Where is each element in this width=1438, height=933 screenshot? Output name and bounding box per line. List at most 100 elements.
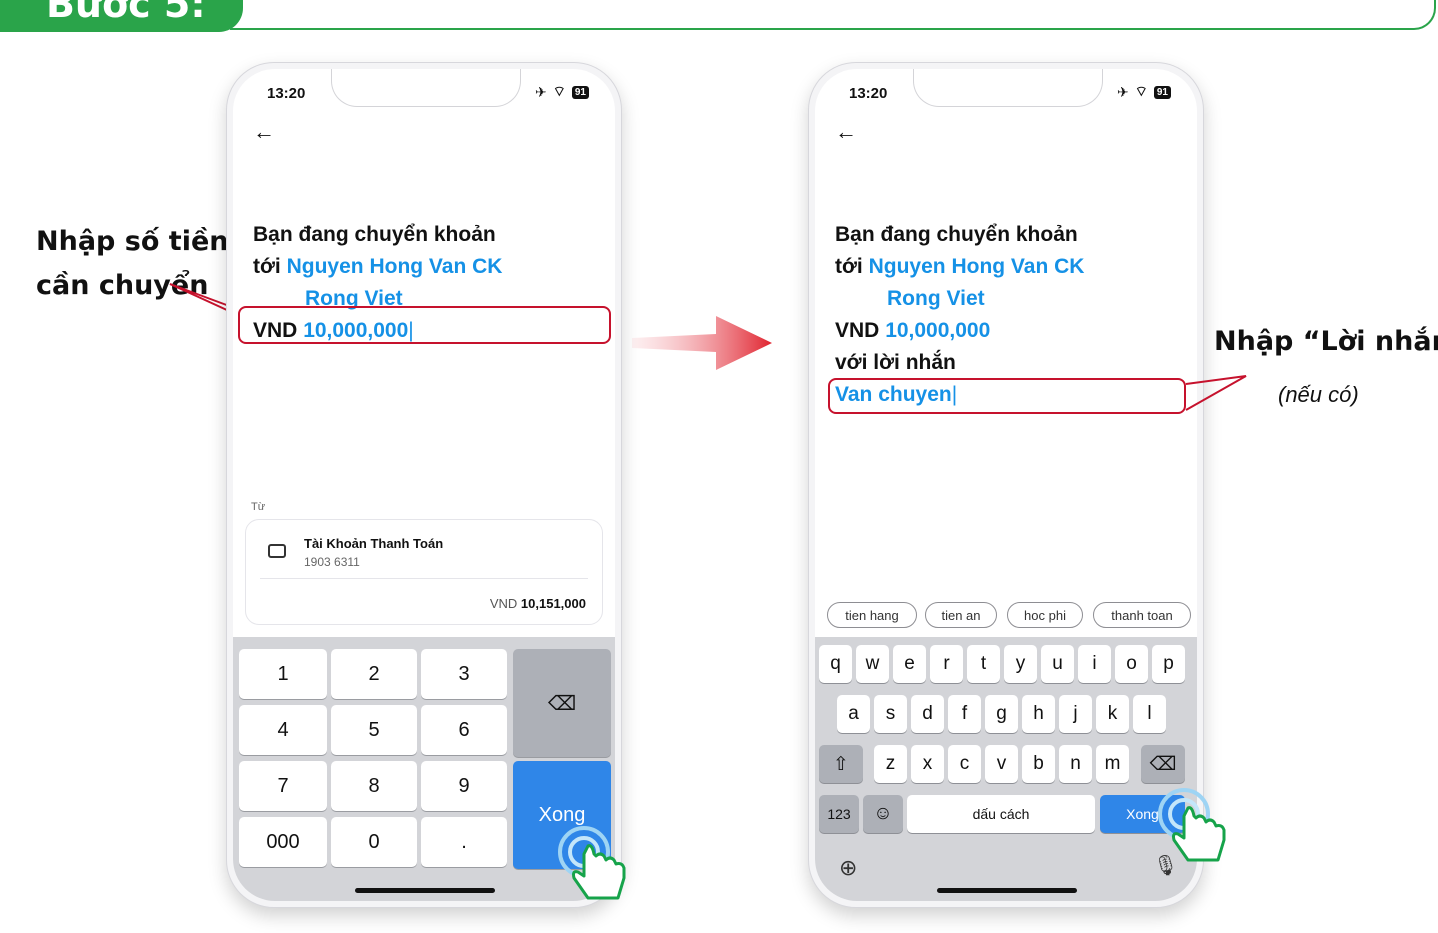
battery-icon: 91 — [1153, 85, 1171, 99]
summary-line1: Bạn đang chuyển khoản — [253, 223, 496, 246]
step-label: Bước 5: — [46, 0, 206, 26]
wifi-icon: ⌔ — [552, 83, 566, 99]
key-g[interactable]: g — [985, 695, 1018, 733]
suggestion-chip-tien-hang[interactable]: tien hang — [827, 602, 917, 628]
key-k[interactable]: k — [1096, 695, 1129, 733]
key-000[interactable]: 000 — [239, 817, 327, 867]
amount-highlight — [238, 306, 611, 344]
airplane-icon: ✈ — [534, 83, 547, 100]
back-arrow-icon[interactable]: ← — [253, 119, 275, 145]
balance-currency: VND — [489, 596, 518, 611]
recipient-name: Nguyen Hong Van CK — [286, 255, 503, 278]
key-9[interactable]: 9 — [421, 761, 507, 811]
key-t[interactable]: t — [967, 645, 1000, 683]
key-d[interactable]: d — [911, 695, 944, 733]
emoji-icon: ☺ — [873, 803, 893, 824]
key-z[interactable]: z — [874, 745, 907, 783]
key-3[interactable]: 3 — [421, 649, 507, 699]
shift-key[interactable]: ⇧ — [819, 745, 863, 783]
message-highlight — [828, 378, 1186, 414]
status-time: 13:20 — [849, 85, 888, 102]
to-prefix: tới — [835, 255, 863, 278]
key-7[interactable]: 7 — [239, 761, 327, 811]
emoji-key[interactable]: ☺ — [863, 795, 903, 833]
key-x[interactable]: x — [911, 745, 944, 783]
phone-right: 13:20 ✈ ⌔ 91 ← Bạn đang chuyển khoản tới… — [808, 62, 1204, 908]
frame-border — [230, 0, 1436, 30]
home-indicator — [937, 888, 1077, 893]
airplane-icon: ✈ — [1116, 83, 1129, 100]
key-u[interactable]: u — [1041, 645, 1074, 683]
key-o[interactable]: o — [1115, 645, 1148, 683]
callout-right-line1: Nhập “Lời nhắn” — [1214, 326, 1438, 357]
recipient-name: Nguyen Hong Van CK — [868, 255, 1085, 278]
back-arrow-icon[interactable]: ← — [835, 119, 857, 145]
key-y[interactable]: y — [1004, 645, 1037, 683]
key-0[interactable]: 0 — [331, 817, 417, 867]
phone-left-screen: 13:20 ✈ ⌔ 91 ← Bạn đang chuyển khoản tới… — [233, 69, 615, 901]
wifi-icon: ⌔ — [1134, 83, 1148, 99]
amount-display: VND 10,000,000 — [835, 315, 1084, 347]
key-s[interactable]: s — [874, 695, 907, 733]
phone-left: 13:20 ✈ ⌔ 91 ← Bạn đang chuyển khoản tới… — [226, 62, 622, 908]
key-4[interactable]: 4 — [239, 705, 327, 755]
step-tab: Bước 5: — [0, 0, 243, 32]
globe-icon[interactable]: ⊕ — [839, 855, 857, 881]
backspace-icon: ⌫ — [1149, 753, 1177, 775]
key-i[interactable]: i — [1078, 645, 1111, 683]
next-arrow-icon — [632, 316, 772, 370]
tap-hand-icon — [558, 826, 626, 900]
key-v[interactable]: v — [985, 745, 1018, 783]
key-a[interactable]: a — [837, 695, 870, 733]
key-e[interactable]: e — [893, 645, 926, 683]
callout-right-line2: (nếu có) — [1278, 382, 1359, 407]
key-j[interactable]: j — [1059, 695, 1092, 733]
space-key[interactable]: dấu cách — [907, 795, 1095, 833]
qwerty-keyboard: q w e r t y u i o p a s d f g h j k l ⇧ … — [815, 637, 1197, 901]
account-balance: VND 10,151,000 — [490, 596, 586, 611]
phone-right-screen: 13:20 ✈ ⌔ 91 ← Bạn đang chuyển khoản tới… — [815, 69, 1197, 901]
key-w[interactable]: w — [856, 645, 889, 683]
backspace-key[interactable]: ⌫ — [1141, 745, 1185, 783]
status-icons: ✈ ⌔ 91 — [535, 83, 589, 101]
source-account-card[interactable]: Tài Khoản Thanh Toán 1903 6311 VND 10,15… — [245, 519, 603, 625]
key-l[interactable]: l — [1133, 695, 1166, 733]
key-n[interactable]: n — [1059, 745, 1092, 783]
suggestion-chip-tien-an[interactable]: tien an — [925, 602, 997, 628]
callout-right: Nhập “Lời nhắn” — [1214, 320, 1438, 364]
key-m[interactable]: m — [1096, 745, 1129, 783]
summary-recipient: tới Nguyen Hong Van CK — [253, 251, 502, 283]
notch — [913, 69, 1103, 107]
key-5[interactable]: 5 — [331, 705, 417, 755]
key-1[interactable]: 1 — [239, 649, 327, 699]
balance-value: 10,151,000 — [520, 596, 586, 611]
key-q[interactable]: q — [819, 645, 852, 683]
suggestion-chip-thanh-toan[interactable]: thanh toan — [1093, 602, 1191, 628]
key-r[interactable]: r — [930, 645, 963, 683]
suggestion-chip-hoc-phi[interactable]: hoc phi — [1007, 602, 1083, 628]
key-f[interactable]: f — [948, 695, 981, 733]
amount-value: 10,000,000 — [885, 319, 991, 342]
key-6[interactable]: 6 — [421, 705, 507, 755]
backspace-icon: ⌫ — [547, 692, 577, 715]
key-8[interactable]: 8 — [331, 761, 417, 811]
summary-recipient: tới Nguyen Hong Van CK — [835, 251, 1084, 283]
key-b[interactable]: b — [1022, 745, 1055, 783]
callout-right-pointer — [1185, 375, 1247, 411]
account-name: Tài Khoản Thanh Toán — [304, 536, 444, 551]
recipient-name-line2: Rong Viet — [887, 287, 985, 310]
status-icons: ✈ ⌔ 91 — [1117, 83, 1171, 101]
battery-icon: 91 — [571, 85, 589, 99]
divider — [260, 578, 588, 579]
summary-line1: Bạn đang chuyển khoản — [835, 223, 1078, 246]
wallet-icon — [268, 544, 286, 558]
key-2[interactable]: 2 — [331, 649, 417, 699]
key-p[interactable]: p — [1152, 645, 1185, 683]
backspace-key[interactable]: ⌫ — [513, 649, 611, 757]
key-h[interactable]: h — [1022, 695, 1055, 733]
numbers-key[interactable]: 123 — [819, 795, 859, 833]
key-dot[interactable]: . — [421, 817, 507, 867]
notch — [331, 69, 521, 107]
amount-currency: VND — [835, 319, 880, 342]
key-c[interactable]: c — [948, 745, 981, 783]
